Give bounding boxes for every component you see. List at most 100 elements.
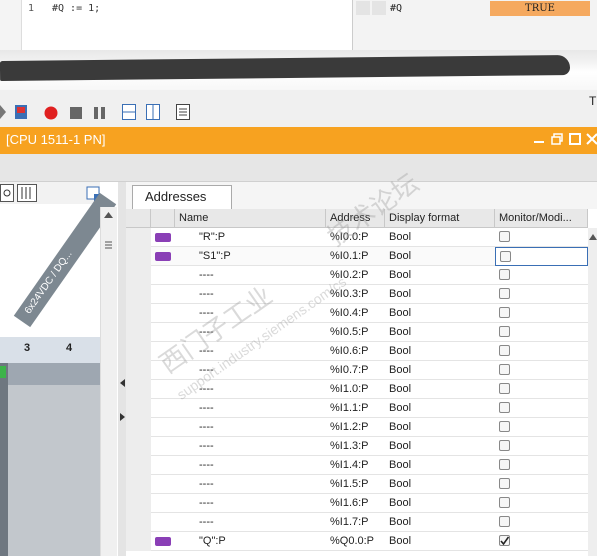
monitor-modify-cell[interactable] [495, 399, 588, 418]
display-format[interactable]: Bool [385, 494, 495, 513]
monitor-checkbox[interactable] [499, 478, 510, 489]
row-selector[interactable] [126, 228, 151, 247]
record-icon[interactable] [44, 106, 58, 122]
device-view-scrollbar[interactable] [100, 207, 117, 556]
pause-icon[interactable] [94, 107, 108, 123]
monitor-checkbox[interactable] [499, 459, 510, 470]
row-selector[interactable] [126, 475, 151, 494]
display-format[interactable]: Bool [385, 228, 495, 247]
display-format[interactable]: Bool [385, 437, 495, 456]
table-row[interactable]: ---- %I1.1:P Bool [126, 399, 588, 418]
table-row[interactable]: ---- %I0.5:P Bool [126, 323, 588, 342]
code-line[interactable]: #Q := 1; [52, 3, 100, 14]
row-selector[interactable] [126, 380, 151, 399]
row-selector[interactable] [126, 285, 151, 304]
tag-name[interactable]: ---- [175, 285, 326, 304]
table-row[interactable]: ---- %I0.6:P Bool [126, 342, 588, 361]
split-horizontal-icon[interactable] [122, 104, 136, 120]
row-selector[interactable] [126, 342, 151, 361]
monitor-modify-cell[interactable] [495, 475, 588, 494]
scroll-up-icon[interactable] [103, 210, 114, 220]
table-row[interactable]: ---- %I1.3:P Bool [126, 437, 588, 456]
table-row[interactable]: ---- %I0.7:P Bool [126, 361, 588, 380]
display-format[interactable]: Bool [385, 323, 495, 342]
display-format[interactable]: Bool [385, 513, 495, 532]
scroll-grip-icon[interactable] [103, 238, 114, 252]
row-selector[interactable] [126, 361, 151, 380]
column-header-display-format[interactable]: Display format [385, 209, 495, 228]
close-icon[interactable] [586, 133, 597, 145]
tag-name[interactable]: ---- [175, 266, 326, 285]
row-selector[interactable] [126, 437, 151, 456]
monitor-modify-cell[interactable] [495, 494, 588, 513]
row-selector[interactable] [126, 323, 151, 342]
display-format[interactable]: Bool [385, 532, 495, 551]
monitor-modify-cell[interactable] [495, 361, 588, 380]
table-row[interactable]: "Q":P %Q0.0:P Bool [126, 532, 588, 551]
row-selector[interactable] [126, 418, 151, 437]
monitor-modify-cell[interactable] [495, 456, 588, 475]
monitor-checkbox[interactable] [499, 288, 510, 299]
monitor-modify-cell[interactable] [495, 532, 588, 551]
display-format[interactable]: Bool [385, 399, 495, 418]
table-row[interactable]: "R":P %I0.0:P Bool [126, 228, 588, 247]
monitor-modify-cell[interactable] [495, 437, 588, 456]
monitor-modify-cell[interactable] [495, 380, 588, 399]
expand-right-icon[interactable] [120, 412, 125, 421]
table-row[interactable]: ---- %I1.7:P Bool [126, 513, 588, 532]
tag-name[interactable]: ---- [175, 494, 326, 513]
monitor-checkbox[interactable] [499, 516, 510, 527]
maximize-icon[interactable] [569, 133, 581, 145]
display-format[interactable]: Bool [385, 418, 495, 437]
display-format[interactable]: Bool [385, 285, 495, 304]
display-format[interactable]: Bool [385, 304, 495, 323]
tag-name[interactable]: ---- [175, 304, 326, 323]
collapse-left-icon[interactable] [120, 378, 125, 387]
tag-name[interactable]: ---- [175, 418, 326, 437]
tag-name[interactable]: ---- [175, 456, 326, 475]
monitor-checkbox[interactable] [499, 421, 510, 432]
display-format[interactable]: Bool [385, 475, 495, 494]
row-selector[interactable] [126, 513, 151, 532]
table-row[interactable]: ---- %I0.4:P Bool [126, 304, 588, 323]
table-row[interactable]: ---- %I0.3:P Bool [126, 285, 588, 304]
monitor-modify-cell[interactable] [495, 342, 588, 361]
tag-name[interactable]: "Q":P [175, 532, 326, 551]
table-row[interactable]: ---- %I1.5:P Bool [126, 475, 588, 494]
monitor-checkbox[interactable] [499, 402, 510, 413]
row-selector[interactable] [126, 532, 151, 551]
monitor-modify-cell[interactable] [495, 418, 588, 437]
restore-icon[interactable] [551, 133, 563, 145]
tag-name[interactable]: ---- [175, 380, 326, 399]
tag-name[interactable]: ---- [175, 361, 326, 380]
monitor-modify-cell[interactable] [495, 247, 588, 266]
tag-name[interactable]: ---- [175, 399, 326, 418]
monitor-modify-cell[interactable] [495, 266, 588, 285]
display-format[interactable]: Bool [385, 342, 495, 361]
monitor-checkbox[interactable] [500, 251, 511, 262]
monitor-checkbox[interactable] [499, 231, 510, 242]
table-row[interactable]: ---- %I1.4:P Bool [126, 456, 588, 475]
monitor-modify-cell[interactable] [495, 304, 588, 323]
column-header-name[interactable]: Name [175, 209, 326, 228]
monitor-checkbox[interactable] [499, 497, 510, 508]
table-row[interactable]: ---- %I1.0:P Bool [126, 380, 588, 399]
monitor-modify-cell[interactable] [495, 513, 588, 532]
tag-name[interactable]: "R":P [175, 228, 326, 247]
monitor-modify-cell[interactable] [495, 323, 588, 342]
monitor-checkbox[interactable] [499, 535, 510, 546]
monitor-modify-cell[interactable] [495, 285, 588, 304]
split-vertical-icon[interactable] [146, 104, 160, 120]
stop-icon[interactable] [70, 107, 84, 123]
minimize-icon[interactable] [533, 133, 545, 145]
column-header-monitor-modify[interactable]: Monitor/Modi... [495, 209, 588, 228]
column-header-address[interactable]: Address [326, 209, 385, 228]
pane-splitter[interactable] [118, 182, 126, 556]
table-row[interactable]: "S1":P %I0.1:P Bool [126, 247, 588, 266]
display-format[interactable]: Bool [385, 247, 495, 266]
play-icon[interactable] [0, 105, 6, 121]
download-icon[interactable] [14, 104, 28, 120]
table-scrollbar[interactable] [588, 228, 597, 556]
monitor-checkbox[interactable] [499, 345, 510, 356]
monitor-modify-cell[interactable] [495, 228, 588, 247]
